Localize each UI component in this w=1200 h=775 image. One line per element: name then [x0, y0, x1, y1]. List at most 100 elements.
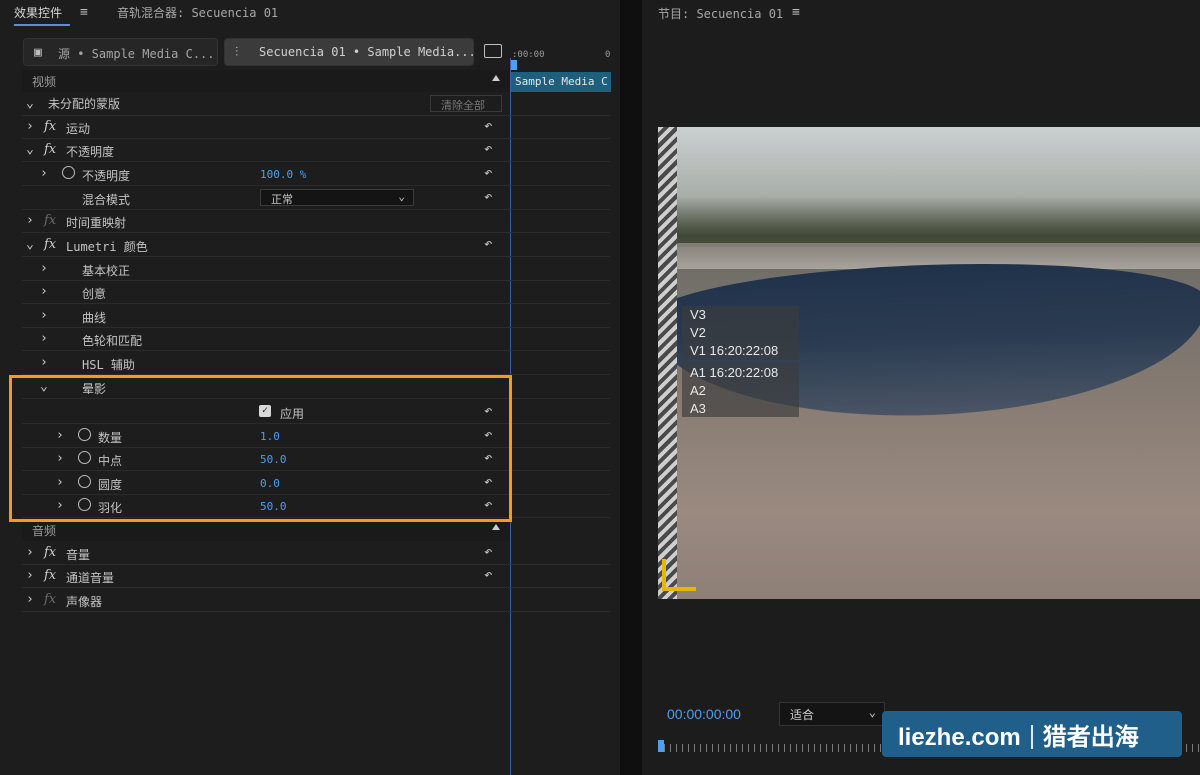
tab-audio-track-mixer[interactable]: 音轨混合器: Secuencia 01: [117, 4, 278, 21]
lumetri-color-row[interactable]: ⌄ fx Lumetri 颜色 ↶: [22, 234, 610, 257]
track-a3: A3: [690, 401, 706, 416]
zoom-fit-value: 适合: [790, 708, 815, 722]
lumetri-label: Lumetri 颜色: [66, 240, 148, 254]
frame-corner-marker: [662, 559, 696, 591]
chevron-right-icon[interactable]: ›: [26, 213, 34, 228]
video-preview[interactable]: V3 V2 V1 16:20:22:08 A1 16:20:22:08 A2 A…: [658, 127, 1200, 599]
time-remap-label: 时间重映射: [66, 216, 127, 230]
ruler-playhead[interactable]: [658, 740, 664, 752]
track-a1: A1 16:20:22:08: [690, 365, 779, 380]
track-a2: A2: [690, 383, 706, 398]
reset-icon[interactable]: ↶: [484, 545, 500, 559]
reset-icon[interactable]: ↶: [484, 119, 500, 133]
chevron-right-icon[interactable]: ›: [26, 545, 34, 560]
blend-mode-label: 混合模式: [82, 193, 131, 207]
playhead-handle[interactable]: [511, 60, 517, 70]
creative-label: 创意: [82, 287, 107, 301]
channel-volume-row[interactable]: › fx 通道音量 ↶: [22, 565, 610, 588]
channel-volume-label: 通道音量: [66, 571, 115, 585]
clear-all-button[interactable]: 清除全部: [430, 95, 502, 112]
audio-section-header: 音频: [22, 519, 510, 541]
fx-icon[interactable]: fx: [44, 119, 56, 134]
stopwatch-icon[interactable]: [62, 166, 75, 179]
zoom-fit-dropdown[interactable]: 适合 ⌄: [779, 702, 885, 726]
source-clip-tab[interactable]: ▣ 源 • Sample Media C...: [23, 38, 218, 66]
motion-effect-row[interactable]: › fx 运动 ↶: [22, 116, 610, 139]
blend-mode-row: 混合模式 正常 ⌄ ↶: [22, 187, 610, 210]
reset-icon[interactable]: ↶: [484, 237, 500, 251]
track-v1: V1 16:20:22:08: [690, 343, 779, 358]
scroll-up-icon[interactable]: [492, 524, 500, 530]
source-clip-tab-label: 源 • Sample Media C...: [58, 47, 215, 61]
basic-correction-label: 基本校正: [82, 264, 131, 278]
chevron-down-icon[interactable]: ⌄: [26, 237, 34, 252]
volume-effect-row[interactable]: › fx 音量 ↶: [22, 542, 610, 565]
curves-row[interactable]: › 曲线: [22, 305, 610, 328]
blend-mode-value: 正常: [271, 193, 293, 206]
scroll-up-icon[interactable]: [492, 75, 500, 81]
chevron-right-icon[interactable]: ›: [26, 119, 34, 134]
watermark-separator: [1030, 725, 1033, 749]
time-remap-row[interactable]: › fx 时间重映射: [22, 210, 610, 233]
source-monitor-icon: ▣: [34, 45, 42, 60]
basic-correction-row[interactable]: › 基本校正: [22, 258, 610, 281]
mask-label: 未分配的蒙版: [48, 97, 121, 111]
curves-label: 曲线: [82, 311, 107, 325]
hamburger-icon[interactable]: ≡: [80, 5, 88, 20]
fx-icon[interactable]: fx: [44, 142, 56, 157]
audio-section-label: 音频: [32, 524, 57, 538]
reset-icon[interactable]: ↶: [484, 166, 500, 180]
audio-track-overlay: A1 16:20:22:08 A2 A3: [682, 362, 799, 417]
fx-icon[interactable]: fx: [44, 568, 56, 583]
sequence-clip-tab[interactable]: ⫶ Secuencia 01 • Sample Media...: [224, 38, 474, 66]
timeline-end-time: 0: [605, 50, 611, 60]
color-wheels-row[interactable]: › 色轮和匹配: [22, 328, 610, 351]
timeline-clip[interactable]: Sample Media C: [511, 72, 611, 92]
video-section-label: 视频: [32, 75, 57, 89]
opacity-value[interactable]: 100.0 %: [260, 168, 306, 181]
sequence-clip-tab-label: Secuencia 01 • Sample Media...: [259, 45, 474, 59]
opacity-property-label: 不透明度: [82, 169, 131, 183]
hamburger-icon[interactable]: ≡: [792, 5, 800, 20]
playhead-timecode[interactable]: 00:00:00:00: [667, 706, 741, 722]
video-track-overlay: V3 V2 V1 16:20:22:08: [682, 306, 799, 360]
chevron-right-icon[interactable]: ›: [40, 331, 48, 346]
watermark-banner: liezhe.com 猎者出海: [882, 711, 1182, 757]
fx-icon: fx: [44, 592, 57, 607]
tab-effect-controls[interactable]: 效果控件: [14, 4, 62, 21]
opacity-property-row[interactable]: › 不透明度 100.0 % ↶: [22, 163, 610, 186]
motion-label: 运动: [66, 122, 91, 136]
blend-mode-dropdown[interactable]: 正常 ⌄: [260, 189, 414, 206]
program-monitor-title[interactable]: 节目: Secuencia 01: [658, 5, 783, 22]
chevron-right-icon[interactable]: ›: [26, 592, 34, 607]
volume-label: 音量: [66, 548, 91, 562]
safe-area-hatch: [658, 127, 677, 599]
chevron-down-icon[interactable]: ⌄: [26, 96, 34, 111]
vignette-highlight-box: [9, 375, 512, 522]
chevron-right-icon[interactable]: ›: [40, 308, 48, 323]
hsl-secondary-row[interactable]: › HSL 辅助: [22, 352, 610, 375]
chevron-right-icon[interactable]: ›: [40, 166, 48, 181]
fx-icon[interactable]: fx: [44, 545, 56, 560]
chevron-down-icon[interactable]: ⌄: [26, 142, 34, 157]
active-tab-indicator: [14, 24, 70, 26]
panel-toggle-icon[interactable]: [484, 44, 502, 58]
opacity-effect-row[interactable]: ⌄ fx 不透明度 ↶: [22, 139, 610, 162]
reset-icon[interactable]: ↶: [484, 142, 500, 156]
chevron-right-icon[interactable]: ›: [26, 568, 34, 583]
mask-row[interactable]: ⌄ 未分配的蒙版 清除全部: [22, 93, 610, 116]
chevron-right-icon[interactable]: ›: [40, 284, 48, 299]
panner-label: 声像器: [66, 595, 103, 609]
reset-icon[interactable]: ↶: [484, 190, 500, 204]
opacity-label: 不透明度: [66, 145, 115, 159]
panel-divider[interactable]: [620, 0, 642, 775]
chevron-right-icon[interactable]: ›: [40, 355, 48, 370]
panner-row[interactable]: › fx 声像器: [22, 589, 610, 612]
chevron-right-icon[interactable]: ›: [40, 261, 48, 276]
creative-row[interactable]: › 创意: [22, 281, 610, 304]
reset-icon[interactable]: ↶: [484, 568, 500, 582]
video-section-header: 视频: [22, 70, 510, 92]
watermark-site: liezhe.com: [898, 724, 1021, 751]
timeline-start-time: :00:00: [512, 50, 545, 60]
fx-icon[interactable]: fx: [44, 237, 56, 252]
